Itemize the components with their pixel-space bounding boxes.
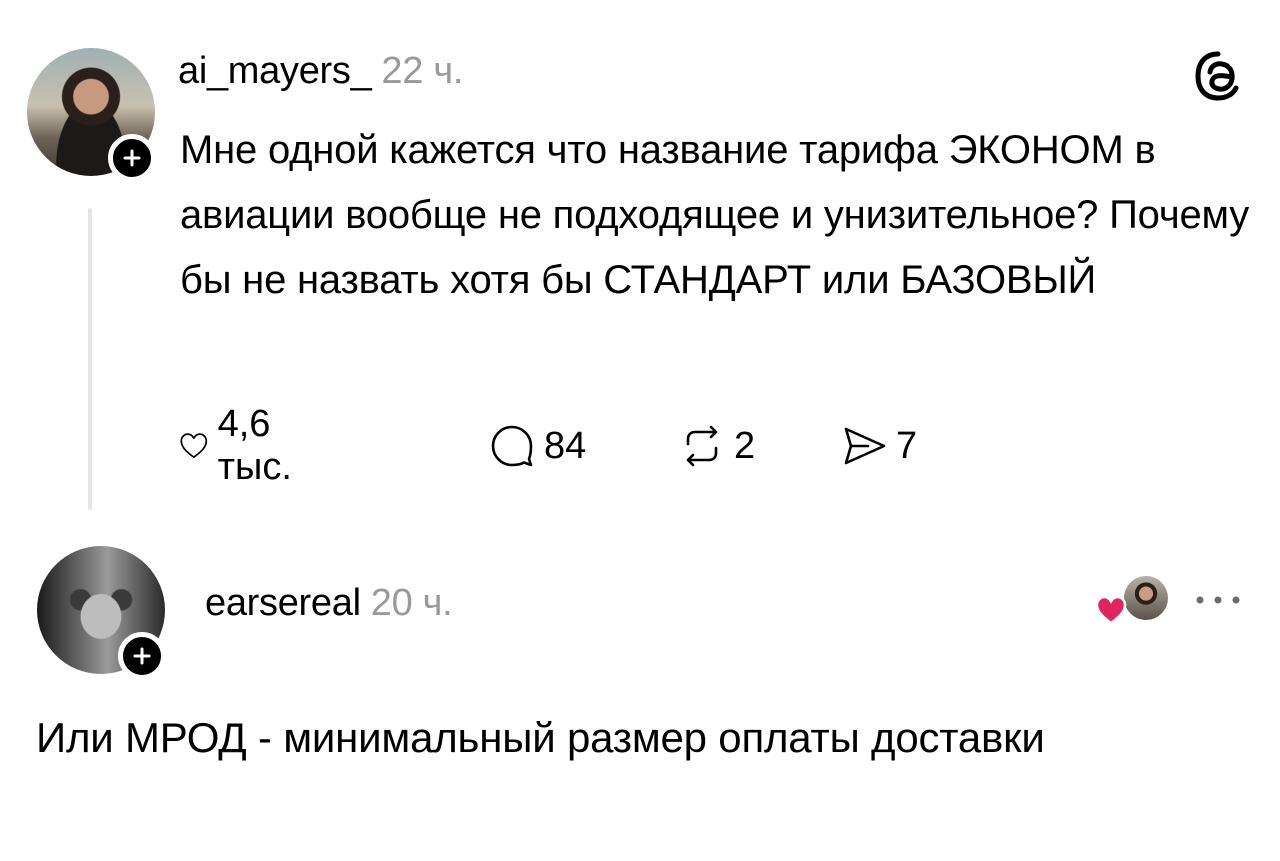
follow-plus-icon[interactable] (108, 134, 156, 182)
thread-line (88, 208, 92, 510)
heart-icon (180, 433, 208, 459)
repost-button[interactable]: 2 (678, 418, 755, 474)
like-button[interactable]: 4,6 тыс. (178, 403, 308, 488)
comment-icon (491, 425, 533, 467)
post: ai_mayers_ 22 ч. Мне одной кажется что на… (0, 0, 1280, 520)
reply-username[interactable]: earsereal (205, 582, 361, 624)
share-count: 7 (896, 424, 918, 467)
more-dots-icon[interactable] (1192, 592, 1244, 608)
share-icon (844, 427, 886, 465)
threads-logo-icon[interactable] (1190, 48, 1246, 104)
share-button[interactable]: 7 (840, 418, 917, 474)
reply-button[interactable]: 84 (488, 418, 586, 474)
post-header: ai_mayers_ 22 ч. (178, 50, 463, 93)
like-count: 4,6 тыс. (217, 403, 292, 488)
reply-text: Или МРОД - минимальный размер оплаты дос… (36, 714, 1045, 761)
post-time: 22 ч. (381, 50, 464, 92)
post-text: Мне одной кажется что название тарифа ЭК… (180, 128, 1250, 302)
repost-icon (686, 425, 718, 467)
author-username[interactable]: ai_mayers_ (178, 50, 372, 92)
liked-by-avatar (1122, 574, 1170, 622)
repost-count: 2 (734, 424, 756, 467)
liked-by-author (1094, 574, 1170, 626)
reply-count: 84 (544, 424, 587, 467)
reply-header: earsereal 20 ч. (205, 582, 453, 625)
follow-plus-icon[interactable] (118, 632, 166, 680)
heart-filled-icon (1095, 595, 1127, 625)
reply-time: 20 ч. (370, 582, 453, 624)
